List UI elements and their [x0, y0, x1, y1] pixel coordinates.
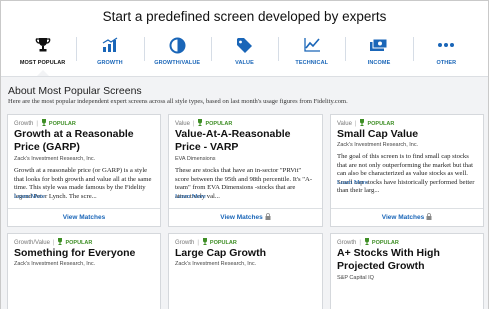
category-technical[interactable]: TECHNICAL [278, 31, 345, 73]
trophy-icon [364, 238, 369, 245]
page-title: Start a predefined screen developed by e… [102, 9, 387, 24]
card-meta: Growth/Value | POPULAR [14, 238, 93, 246]
trophy-icon [198, 119, 203, 126]
learn-more-link[interactable]: Learn More [14, 193, 45, 200]
category-other[interactable]: OTHER [412, 31, 480, 73]
category-label: TECHNICAL [295, 60, 329, 66]
section-heading: About Most Popular Screens [8, 85, 142, 97]
more-dots-icon [437, 35, 455, 55]
price-tag-icon [235, 35, 253, 55]
card-category: Growth/Value [14, 240, 50, 246]
card-title[interactable]: A+ Stocks With High Projected Growth [337, 247, 477, 272]
card-description: The goal of this screen is to find small… [337, 153, 475, 194]
screen-card: Growth | POPULAR Large Cap Growth Zack's I… [168, 233, 323, 309]
trophy-icon [41, 119, 46, 126]
card-author: Zack's Investment Research, Inc. [337, 142, 419, 148]
section-description: Here are the most popular independent ex… [8, 98, 348, 105]
category-label: GROWTH/VALUE [154, 60, 201, 66]
card-meta: Growth | POPULAR [14, 119, 76, 127]
popular-badge: POPULAR [57, 238, 92, 246]
learn-more-link[interactable]: Learn More [175, 193, 206, 200]
screen-card: Value | POPULAR Value-At-A-Reasonable Pric… [168, 114, 323, 227]
category-most-popular[interactable]: MOST POPULAR [9, 31, 76, 76]
card-meta: Growth | POPULAR [175, 238, 237, 246]
category-label: GROWTH [97, 60, 123, 66]
category-nav: MOST POPULAR GROWTH GROWTH/VALUE VALUE T… [1, 31, 488, 76]
popular-badge: POPULAR [202, 238, 237, 246]
card-author: Zack's Investment Research, Inc. [175, 261, 257, 267]
card-category: Growth [14, 121, 34, 127]
category-value[interactable]: VALUE [210, 31, 278, 73]
trophy-icon [58, 238, 63, 245]
view-matches-button[interactable]: View Matches [169, 208, 322, 226]
screens-panel: About Most Popular Screens Here are the … [1, 76, 488, 309]
category-label: VALUE [235, 60, 254, 66]
card-title[interactable]: Something for Everyone [14, 247, 154, 260]
popular-badge: POPULAR [364, 238, 399, 246]
growth-bars-icon [101, 35, 119, 55]
popular-badge: POPULAR [41, 119, 76, 127]
category-label: OTHER [436, 60, 457, 66]
card-author: S&P Capital IQ [337, 275, 374, 281]
category-income[interactable]: INCOME [345, 31, 412, 73]
card-category: Growth [175, 240, 195, 246]
card-author: Zack's Investment Research, Inc. [14, 156, 96, 162]
screen-card: Value | POPULAR Small Cap Value Zack's Inv… [330, 114, 484, 227]
card-meta: Value | POPULAR [337, 119, 395, 127]
trophy-icon [202, 238, 207, 245]
card-meta: Value | POPULAR [175, 119, 233, 127]
trophy-icon [360, 119, 365, 126]
screen-card: Growth | POPULAR A+ Stocks With High Proje… [330, 233, 484, 309]
card-title[interactable]: Value-At-A-Reasonable Price - VARP [175, 128, 316, 153]
screen-card: Growth/Value | POPULAR Something for Every… [7, 233, 161, 309]
popular-badge: POPULAR [197, 119, 232, 127]
card-author: EVA Dimensions [175, 156, 216, 162]
half-circle-icon [169, 35, 186, 55]
card-category: Growth [337, 240, 357, 246]
category-growth[interactable]: GROWTH [76, 31, 143, 73]
category-label: MOST POPULAR [19, 60, 66, 66]
card-category: Value [337, 121, 352, 127]
popular-badge: POPULAR [359, 119, 394, 127]
card-meta: Growth | POPULAR [337, 238, 399, 246]
line-chart-icon [303, 35, 321, 55]
screen-card: Growth | POPULAR Growth at a Reasonable Pr… [7, 114, 161, 227]
card-title[interactable]: Small Cap Value [337, 128, 477, 141]
money-stack-icon [369, 35, 389, 55]
lock-icon [265, 213, 271, 220]
view-matches-button[interactable]: View Matches [8, 208, 160, 226]
view-matches-button[interactable]: View Matches [331, 208, 483, 226]
card-author: Zack's Investment Research, Inc. [14, 261, 96, 267]
card-title[interactable]: Growth at a Reasonable Price (GARP) [14, 128, 154, 153]
trophy-icon [34, 35, 52, 55]
category-label: INCOME [367, 60, 391, 66]
card-category: Value [175, 121, 190, 127]
category-growth-value[interactable]: GROWTH/VALUE [143, 31, 211, 73]
lock-icon [426, 213, 432, 220]
learn-more-link[interactable]: Learn More [337, 179, 368, 186]
card-title[interactable]: Large Cap Growth [175, 247, 316, 260]
